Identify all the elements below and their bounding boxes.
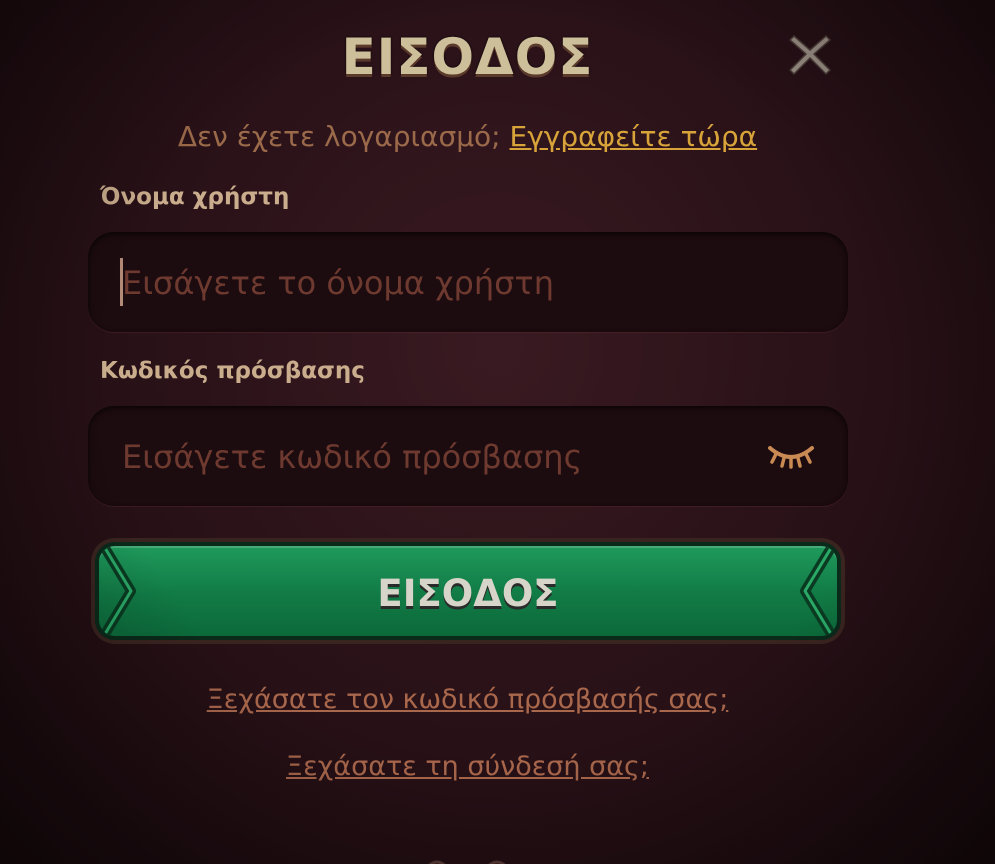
signup-prompt: Δεν έχετε λογαριασμό; Εγγραφείτε τώρα <box>0 120 935 153</box>
username-input[interactable] <box>120 258 764 308</box>
login-modal: ΕΙΣΟΔΟΣ Δεν έχετε λογαριασμό; Εγγραφείτε… <box>0 0 995 864</box>
forgot-password-link[interactable]: Ξεχάσατε τον κωδικό πρόσβασής σας; <box>0 684 935 715</box>
username-field-container <box>88 232 848 332</box>
signup-prompt-text: Δεν έχετε λογαριασμό; <box>177 120 501 153</box>
chevron-right-decor-icon <box>800 546 836 636</box>
login-button-label: ΕΙΣΟΔΟΣ <box>377 572 559 615</box>
close-x-icon <box>788 34 832 76</box>
partial-icon-peek <box>428 860 506 864</box>
password-field-container <box>88 406 848 506</box>
text-caret <box>120 258 123 306</box>
eye-closed-icon <box>768 446 814 469</box>
close-button[interactable] <box>786 30 834 78</box>
password-visibility-toggle[interactable] <box>766 440 816 470</box>
password-label: Κωδικός πρόσβασης <box>100 358 365 384</box>
login-submit-button[interactable]: ΕΙΣΟΔΟΣ <box>95 542 841 640</box>
username-label: Όνομα χρήστη <box>100 184 290 210</box>
password-input[interactable] <box>120 432 764 482</box>
forgot-login-link[interactable]: Ξεχάσατε τη σύνδεσή σας; <box>0 751 935 782</box>
signup-link[interactable]: Εγγραφείτε τώρα <box>510 120 758 153</box>
